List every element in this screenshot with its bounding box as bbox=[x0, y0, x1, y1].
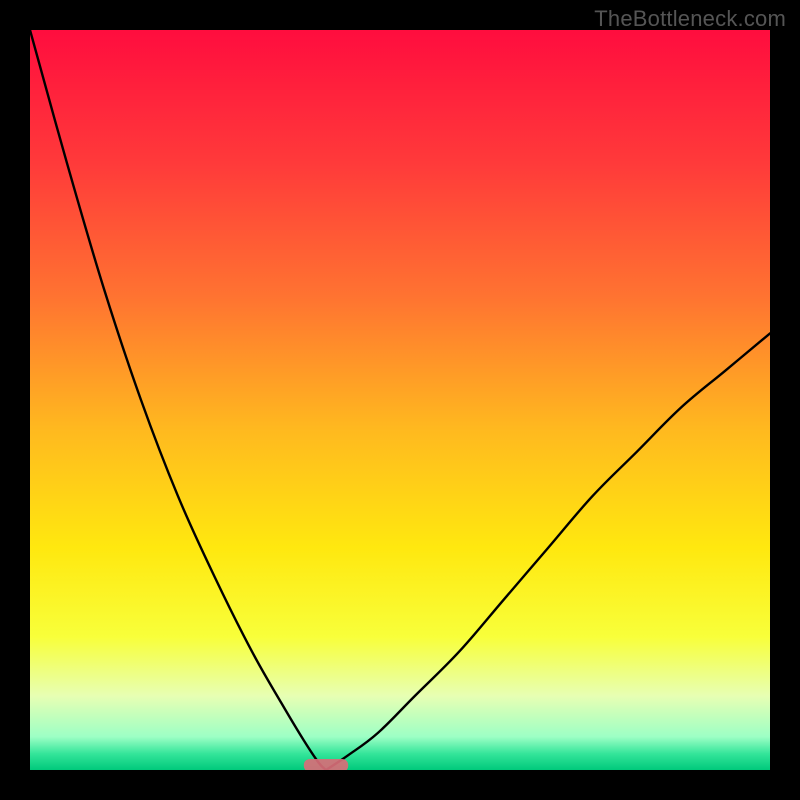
bottleneck-chart bbox=[30, 30, 770, 770]
watermark-label: TheBottleneck.com bbox=[594, 6, 786, 32]
bottleneck-marker bbox=[304, 759, 348, 770]
chart-frame: TheBottleneck.com bbox=[0, 0, 800, 800]
